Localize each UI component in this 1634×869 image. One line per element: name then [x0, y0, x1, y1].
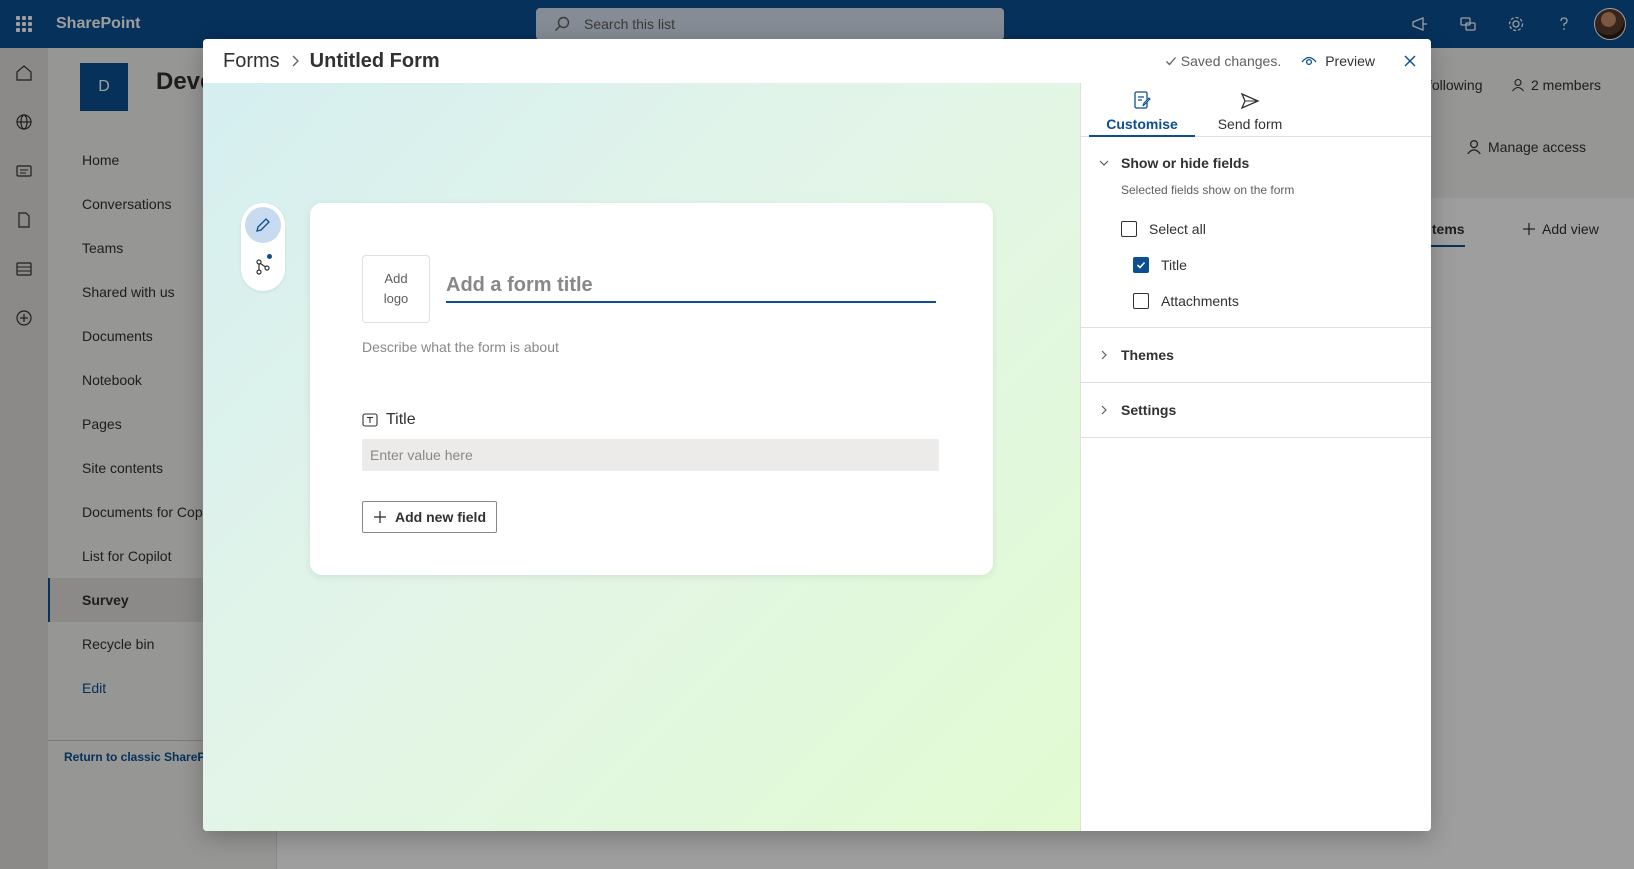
form-card: Add logo Describe what the form is about…: [310, 203, 993, 575]
customise-panel: Customise Send form Show or hide fields …: [1080, 83, 1431, 831]
add-logo-button[interactable]: Add logo: [362, 255, 430, 323]
settings-toggle[interactable]: Settings: [1081, 383, 1431, 437]
themes-label: Themes: [1121, 347, 1174, 363]
add-new-field-button[interactable]: Add new field: [362, 501, 497, 533]
customise-icon: [1134, 91, 1151, 109]
field-checkbox-title-label: Title: [1161, 257, 1187, 273]
section-themes: Themes: [1081, 328, 1431, 383]
branch-icon: [256, 259, 270, 275]
close-icon: [1404, 55, 1416, 67]
eye-icon: [1301, 56, 1317, 66]
save-status: Saved changes.: [1165, 53, 1281, 69]
settings-label: Settings: [1121, 402, 1177, 418]
chevron-right-icon: [290, 55, 300, 67]
field-checkbox-attachments-label: Attachments: [1161, 293, 1239, 309]
show-hide-description: Selected fields show on the form: [1121, 183, 1295, 197]
select-all-label: Select all: [1149, 221, 1206, 237]
field-checkbox-attachments[interactable]: Attachments: [1081, 283, 1431, 319]
form-canvas: Add logo Describe what the form is about…: [203, 83, 1080, 831]
tab-customise-label: Customise: [1106, 116, 1178, 132]
checkmark-icon: [1165, 57, 1176, 66]
themes-toggle[interactable]: Themes: [1081, 328, 1431, 382]
form-title-input[interactable]: [446, 269, 936, 303]
breadcrumb-forms[interactable]: Forms: [223, 50, 280, 73]
field-title-text: Title: [386, 411, 416, 428]
edit-mode-button[interactable]: [245, 207, 281, 243]
checkbox-box: [1121, 221, 1137, 237]
tab-send-form[interactable]: Send form: [1197, 83, 1303, 136]
select-all-checkbox[interactable]: Select all: [1081, 211, 1431, 247]
preview-button[interactable]: Preview: [1301, 53, 1375, 69]
checkmark-icon: [1136, 261, 1146, 269]
branching-button[interactable]: [245, 249, 281, 285]
close-button[interactable]: [1395, 46, 1425, 76]
send-icon: [1240, 92, 1260, 110]
dialog-header: Forms Untitled Form Saved changes. Previ…: [203, 39, 1431, 83]
chevron-right-icon: [1101, 350, 1107, 360]
pencil-icon: [256, 218, 270, 232]
add-logo-line2: logo: [383, 291, 409, 306]
editor-toolbar: [241, 203, 285, 291]
section-settings: Settings: [1081, 383, 1431, 438]
form-description-input[interactable]: Describe what the form is about: [362, 339, 559, 355]
field-title-label: Title: [362, 411, 416, 429]
field-checkbox-title[interactable]: Title: [1081, 247, 1431, 283]
chevron-down-icon: [1099, 160, 1109, 166]
chevron-right-icon: [1101, 405, 1107, 415]
notification-dot: [267, 254, 272, 259]
add-new-field-label: Add new field: [395, 509, 486, 525]
add-logo-line1: Add: [384, 271, 408, 286]
panel-tabs: Customise Send form: [1081, 83, 1431, 137]
plus-icon: [374, 511, 386, 523]
breadcrumb-form-name: Untitled Form: [309, 49, 440, 72]
tab-customise[interactable]: Customise: [1089, 83, 1195, 137]
checkbox-box: [1133, 293, 1149, 309]
tab-send-form-label: Send form: [1217, 116, 1283, 132]
form-editor-dialog: Forms Untitled Form Saved changes. Previ…: [203, 39, 1431, 831]
show-hide-toggle[interactable]: Show or hide fields: [1081, 137, 1431, 189]
preview-label: Preview: [1325, 53, 1375, 69]
text-field-icon: [362, 413, 378, 427]
checkbox-checked: [1133, 257, 1149, 273]
section-show-hide-fields: Show or hide fields Selected fields show…: [1081, 137, 1431, 328]
show-hide-label: Show or hide fields: [1121, 155, 1250, 171]
field-title-input[interactable]: [362, 439, 939, 471]
save-status-text: Saved changes.: [1180, 53, 1282, 69]
